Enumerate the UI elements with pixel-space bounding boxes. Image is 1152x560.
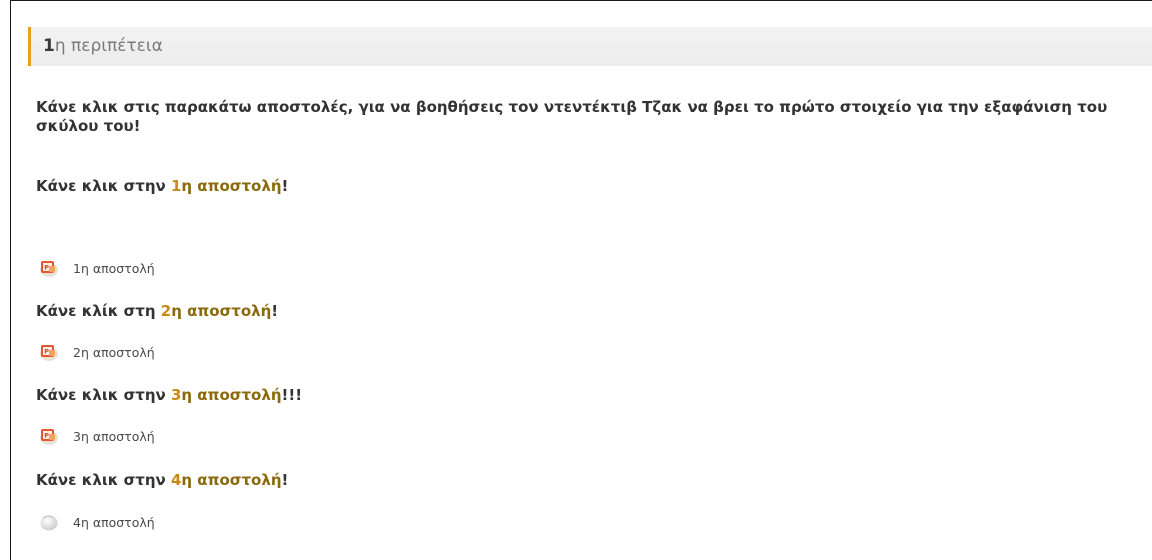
mission-prompt-suffix: !!! [281, 386, 303, 404]
activity-mission-2[interactable]: P 2η αποστολή [39, 341, 155, 363]
section-header: 1η περιπέτεια [28, 27, 1152, 66]
mission-4-prompt: Κάνε κλικ στην 4η αποστολή! [36, 471, 288, 489]
section-title-number: 1 [43, 36, 55, 56]
section-intro-text: Κάνε κλικ στις παρακάτω αποστολές, για ν… [36, 98, 1108, 135]
mission-prompt-suffix: ! [281, 471, 289, 489]
mission-prompt-link: η αποστολή [171, 302, 272, 320]
activity-mission-4[interactable]: 4η αποστολή [39, 511, 155, 533]
activity-label[interactable]: 3η αποστολή [73, 429, 155, 444]
course-content-frame: 1η περιπέτεια Κάνε κλικ στις παρακάτω απ… [10, 0, 1152, 560]
section-title: 1η περιπέτεια [43, 36, 163, 56]
mission-prompt-suffix: ! [281, 177, 289, 195]
mission-prompt-text: Κάνε κλικ στην [36, 386, 171, 404]
mission-prompt-number: 4 [170, 471, 182, 489]
svg-text:P: P [44, 264, 49, 272]
mission-prompt-text: Κάνε κλίκ στη [36, 302, 161, 320]
activity-label[interactable]: 2η αποστολή [73, 345, 155, 360]
activity-label[interactable]: 4η αποστολή [73, 515, 155, 530]
powerpoint-file-icon: P [39, 426, 59, 446]
activity-mission-3[interactable]: P 3η αποστολή [39, 425, 155, 447]
generic-file-icon [39, 512, 59, 532]
mission-prompt-text: Κάνε κλικ στην [36, 177, 171, 195]
mission-prompt-suffix: ! [271, 302, 279, 320]
mission-prompt-number: 1 [170, 177, 182, 195]
section-title-text: η περιπέτεια [54, 36, 163, 56]
mission-prompt-text: Κάνε κλικ στην [36, 471, 171, 489]
mission-prompt-number: 2 [160, 302, 172, 320]
mission-prompt-number: 3 [170, 386, 182, 404]
powerpoint-file-icon: P [39, 342, 59, 362]
mission-3-prompt: Κάνε κλικ στην 3η αποστολή!!! [36, 386, 302, 404]
activity-mission-1[interactable]: P 1η αποστολή [39, 257, 155, 279]
svg-text:P: P [44, 432, 49, 440]
mission-1-prompt: Κάνε κλικ στην 1η αποστολή! [36, 177, 288, 195]
mission-prompt-link: η αποστολή [181, 177, 282, 195]
mission-2-prompt: Κάνε κλίκ στη 2η αποστολή! [36, 302, 278, 320]
svg-text:P: P [44, 348, 49, 356]
mission-prompt-link: η αποστολή [181, 471, 282, 489]
activity-label[interactable]: 1η αποστολή [73, 261, 155, 276]
powerpoint-file-icon: P [39, 258, 59, 278]
mission-prompt-link: η αποστολή [181, 386, 282, 404]
